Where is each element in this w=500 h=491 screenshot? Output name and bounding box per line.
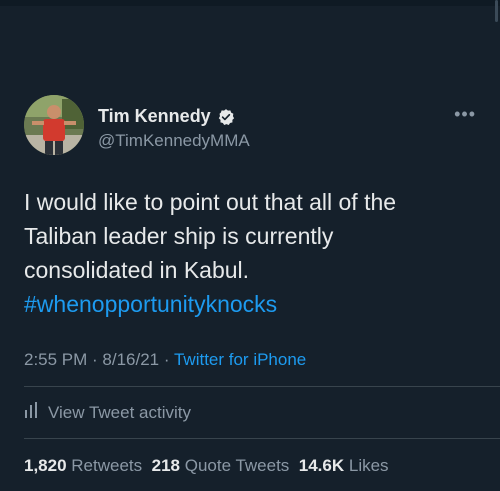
view-activity-button[interactable]: View Tweet activity — [24, 402, 191, 423]
meta-separator: · — [159, 350, 174, 369]
window-top-edge — [0, 0, 500, 6]
quote-tweets-count: 218 — [151, 456, 180, 475]
quote-tweets-label: Quote Tweets — [184, 456, 290, 475]
avatar[interactable] — [24, 95, 84, 155]
retweets-count: 1,820 — [24, 456, 67, 475]
tweet-time[interactable]: 2:55 PM — [24, 350, 87, 369]
likes-count: 14.6K — [298, 456, 345, 475]
meta-separator: · — [87, 350, 103, 369]
retweets-label: Retweets — [71, 456, 143, 475]
scrollbar[interactable] — [495, 0, 498, 22]
likes-label: Likes — [348, 456, 389, 475]
avatar-photo-icon — [24, 95, 84, 155]
tweet-meta: 2:55 PM · 8/16/21 · Twitter for iPhone — [24, 350, 306, 370]
verified-badge-icon — [217, 108, 235, 126]
tweet-text: I would like to point out that all of th… — [24, 185, 479, 321]
likes-stat[interactable]: 14.6K Likes — [299, 456, 389, 475]
hashtag-link[interactable]: #whenopportunityknocks — [24, 287, 479, 321]
author-name-row[interactable]: Tim Kennedy — [98, 106, 235, 127]
tweet-date[interactable]: 8/16/21 — [102, 350, 159, 369]
retweets-stat[interactable]: 1,820 Retweets — [24, 456, 142, 475]
tweet-text-line: I would like to point out that all of th… — [24, 189, 397, 215]
author-handle[interactable]: @TimKennedyMMA — [98, 131, 250, 151]
divider — [24, 386, 500, 387]
divider — [24, 438, 500, 439]
activity-bars-icon — [24, 402, 38, 423]
engagement-stats: 1,820 Retweets 218 Quote Tweets 14.6K Li… — [24, 456, 389, 476]
view-activity-label: View Tweet activity — [48, 402, 191, 422]
quote-tweets-stat[interactable]: 218 Quote Tweets — [152, 456, 290, 475]
more-options-icon[interactable]: ••• — [454, 104, 476, 125]
author-name[interactable]: Tim Kennedy — [98, 106, 211, 127]
tweet-text-line: Taliban leader ship is currently — [24, 223, 334, 249]
tweet-text-line: consolidated in Kabul. — [24, 257, 250, 283]
tweet-source-link[interactable]: Twitter for iPhone — [174, 350, 306, 369]
